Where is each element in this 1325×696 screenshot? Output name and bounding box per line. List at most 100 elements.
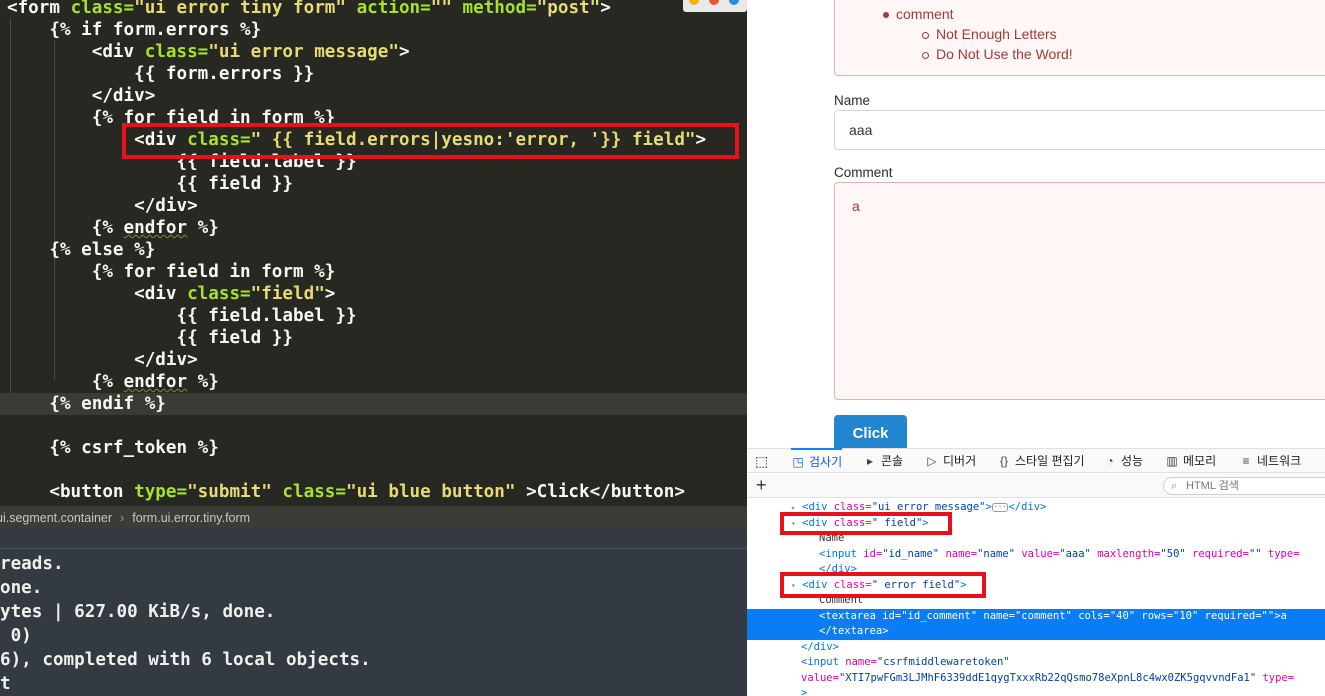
markup-token: </div> bbox=[1008, 501, 1047, 513]
terminal-panel[interactable]: reads. one. ytes | 627.00 KiB/s, done. 0) 6… bbox=[0, 530, 747, 696]
code-line[interactable]: {% endfor %} bbox=[7, 371, 747, 393]
code-line[interactable]: <div class="field"> bbox=[7, 283, 747, 305]
code-token: "ui error tiny form" bbox=[134, 0, 357, 18]
sub-bullet-icon bbox=[922, 52, 929, 59]
code-token: > bbox=[600, 0, 611, 18]
markup-token: <input bbox=[801, 656, 846, 668]
name-label: Name bbox=[834, 93, 871, 108]
devtools-tab[interactable]: ▥ 메모리 bbox=[1165, 449, 1216, 473]
element-picker-icon[interactable]: ⬚ bbox=[755, 449, 768, 473]
terminal-divider bbox=[0, 548, 747, 549]
tab-icon: ◳ bbox=[792, 455, 804, 469]
code-line[interactable]: <button type="submit" class="ui blue but… bbox=[7, 481, 747, 503]
code-line[interactable]: {% endfor %} bbox=[7, 217, 747, 239]
devtools-toolbar: + ⌕ HTML 검색 bbox=[747, 474, 1325, 498]
devtools-tabbar: ⬚ ◳ 검사기 ▸ 콘솔 ▷ 디버거 {} 스타일 편집기 ◔ 성능 ▥ 메모리 ≡ 네트워크 bbox=[747, 448, 1325, 473]
markup-node[interactable]: </textarea> bbox=[747, 624, 1325, 640]
code-line[interactable]: {{ form.errors }} bbox=[7, 63, 747, 85]
code-line[interactable]: </div> bbox=[7, 195, 747, 217]
terminal-line: 6), completed with 6 local objects. bbox=[0, 650, 371, 670]
markup-token: "10" bbox=[1173, 609, 1205, 622]
devtools-tab[interactable]: ≡ 네트워크 bbox=[1239, 449, 1301, 473]
code-line[interactable]: {% if form.errors %} bbox=[7, 19, 747, 41]
code-token: {{ field.label }} bbox=[7, 306, 357, 326]
markup-token: required= bbox=[1192, 547, 1249, 560]
code-token: > bbox=[398, 42, 410, 62]
breadcrumb-item[interactable]: ui.segment.container bbox=[0, 511, 112, 525]
code-token: method= bbox=[462, 0, 537, 18]
tab-label: 디버거 bbox=[943, 454, 977, 468]
tab-icon: ◔ bbox=[1106, 454, 1114, 468]
code-line[interactable]: </div> bbox=[7, 85, 747, 107]
rendered-page: comment Not Enough Letters Do Not Use th… bbox=[747, 0, 1325, 448]
code-token: "post" bbox=[536, 0, 601, 18]
markup-token: "" bbox=[1248, 547, 1268, 560]
devtools-tab[interactable]: ▷ 디버거 bbox=[925, 449, 976, 473]
code-line[interactable]: {% csrf_token %} bbox=[7, 437, 747, 459]
markup-token: "40" bbox=[1109, 609, 1142, 622]
markup-node[interactable]: <textarea id="id_comment" name="comment"… bbox=[747, 608, 1325, 624]
comment-label: Comment bbox=[834, 165, 893, 180]
browser-buttons bbox=[683, 0, 747, 12]
code-token: endfor bbox=[123, 372, 188, 392]
code-token: class= bbox=[70, 0, 135, 18]
markup-node[interactable]: > bbox=[747, 686, 1325, 696]
chrome-icon[interactable] bbox=[689, 0, 699, 5]
markup-token: "aaa" bbox=[1059, 547, 1098, 560]
markup-token: </div> bbox=[801, 640, 839, 653]
code-line[interactable]: <form class="ui error tiny form" action=… bbox=[7, 0, 747, 19]
code-line[interactable]: {% for field in form %} bbox=[7, 261, 747, 283]
code-line[interactable]: </div> bbox=[7, 349, 747, 371]
breadcrumb-item[interactable]: form.ui.error.tiny.form bbox=[132, 511, 250, 525]
code-token: {% for field in form %} bbox=[7, 262, 336, 282]
devtools-tab[interactable]: ◳ 검사기 bbox=[791, 448, 843, 472]
markup-node[interactable]: </div> bbox=[747, 640, 1325, 656]
code-token: {% else %} bbox=[7, 240, 156, 260]
editor-breadcrumb: ui.segment.container › form.ui.error.tiny.… bbox=[0, 506, 747, 530]
code-line[interactable]: {{ field.label }} bbox=[7, 305, 747, 327]
code-line[interactable]: {{ field }} bbox=[7, 327, 747, 349]
markup-token: cols= bbox=[1078, 609, 1110, 622]
devtools-tab[interactable]: ▸ 콘솔 bbox=[863, 449, 903, 473]
code-line[interactable]: {% endif %} bbox=[0, 393, 747, 415]
code-line[interactable] bbox=[7, 415, 747, 437]
code-line[interactable]: <div class="ui error message"> bbox=[7, 41, 747, 63]
breadcrumb-separator: › bbox=[120, 511, 125, 525]
markup-node[interactable]: <input name="csrfmiddlewaretoken" bbox=[747, 655, 1325, 671]
code-line[interactable] bbox=[7, 459, 747, 481]
markup-token: name= bbox=[983, 609, 1015, 622]
code-line[interactable]: {{ field }} bbox=[7, 173, 747, 195]
code-line[interactable]: {% else %} bbox=[7, 239, 747, 261]
add-node-icon[interactable]: + bbox=[756, 475, 767, 495]
error-field-name: comment bbox=[896, 6, 954, 22]
code-token: endfor bbox=[123, 218, 188, 238]
html-search-input[interactable]: ⌕ HTML 검색 bbox=[1163, 477, 1325, 495]
name-input[interactable]: aaa bbox=[834, 110, 1325, 150]
ellipsis-badge[interactable]: ··· bbox=[991, 502, 1009, 512]
tab-label: 스타일 편집기 bbox=[1015, 454, 1085, 468]
tab-label: 콘솔 bbox=[881, 454, 904, 468]
comment-textarea[interactable]: a bbox=[834, 182, 1325, 400]
code-editor[interactable]: <form class="ui error tiny form" action=… bbox=[0, 0, 747, 506]
code-token: <form bbox=[7, 0, 71, 18]
code-token: {{ form.errors }} bbox=[7, 64, 315, 84]
firefox-icon[interactable] bbox=[709, 0, 719, 5]
markup-token: name= bbox=[845, 656, 877, 668]
markup-token: "id_name" bbox=[882, 547, 946, 560]
submit-button[interactable]: Click bbox=[834, 415, 907, 448]
devtools-tab[interactable]: {} 스타일 편집기 bbox=[997, 449, 1085, 473]
terminal-line: t bbox=[0, 674, 11, 694]
markup-token: > bbox=[801, 687, 808, 696]
terminal-line: reads. bbox=[0, 554, 64, 574]
devtools-tab[interactable]: ◔ 성능 bbox=[1103, 449, 1143, 473]
collapse-arrow-icon[interactable]: ▸ bbox=[791, 503, 796, 512]
markup-token: "comment" bbox=[1014, 609, 1079, 622]
code-token: >Click</button> bbox=[526, 482, 685, 502]
markup-node[interactable]: value="XTI7pwFGm3LJMhF6339ddE1qygTxxxRb2… bbox=[747, 671, 1325, 687]
highlight-box-template-line bbox=[122, 123, 739, 159]
markup-token: "50" bbox=[1160, 547, 1193, 560]
safari-icon[interactable] bbox=[729, 0, 739, 5]
bullet-icon bbox=[883, 12, 889, 18]
search-placeholder: HTML 검색 bbox=[1186, 480, 1239, 492]
markup-node[interactable]: <input id="id_name" name="name" value="a… bbox=[747, 547, 1325, 563]
